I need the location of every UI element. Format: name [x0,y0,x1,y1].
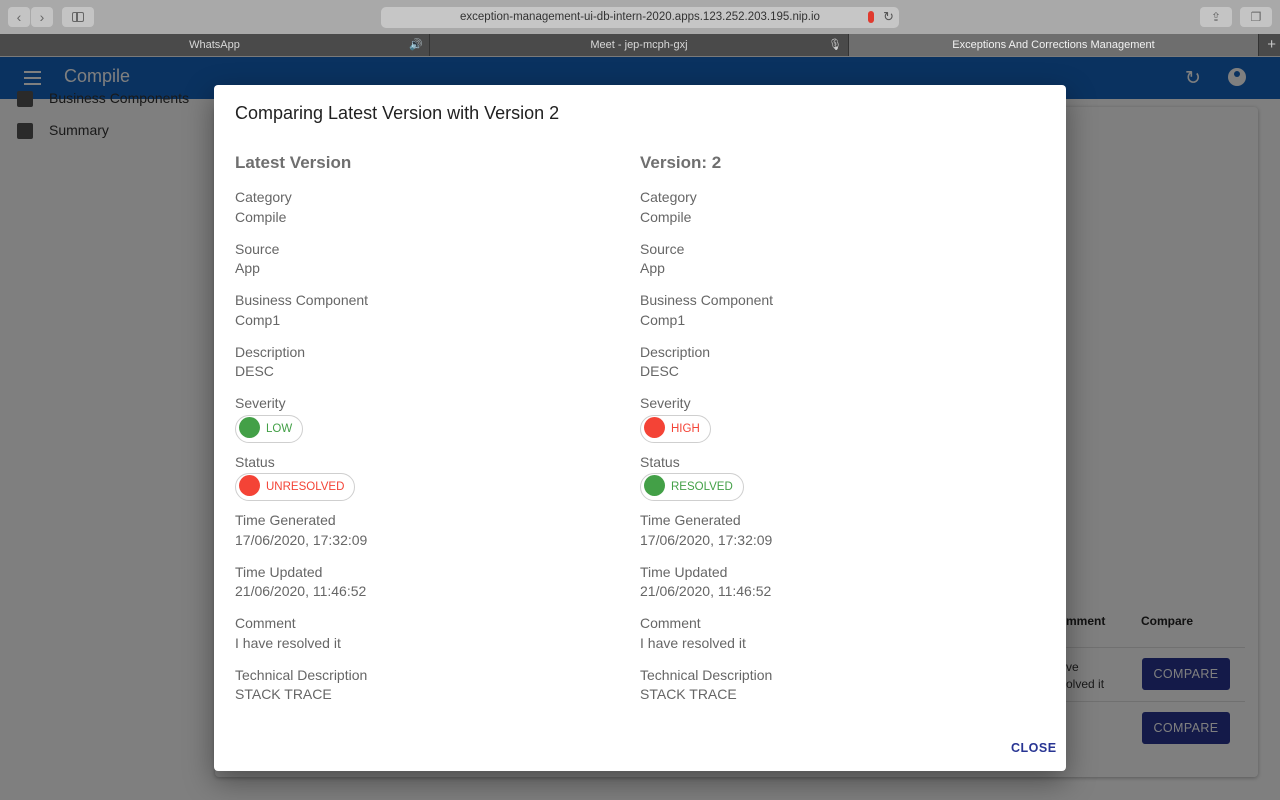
url-text: exception-management-ui-db-intern-2020.a… [460,11,820,23]
severity-chip: LOW [235,414,304,443]
back-button[interactable]: ‹ [8,7,30,27]
comment-field: Comment I have resolved it [640,615,746,651]
latest-version-column: Latest Version Category Compile Source A… [235,153,615,717]
technical-description-field: Technical Description STACK TRACE [235,666,368,703]
status-chip-label: UNRESOLVED [266,481,345,493]
business-component-field: Business Component Comp1 [640,292,774,328]
sidebar-icon [72,12,84,22]
comment-field: Comment I have resolved it [235,615,341,651]
tab-whatsapp[interactable]: WhatsApp 🔊 [0,34,430,56]
severity-dot-icon [239,416,260,438]
status-chip-label: RESOLVED [671,481,733,493]
status-field: Status UNRESOLVED [235,453,615,512]
chevron-right-icon: › [39,9,45,25]
tab-label: Exceptions And Corrections Management [952,39,1155,51]
status-chip: RESOLVED [640,473,744,501]
status-dot-icon [239,475,260,497]
tab-label: WhatsApp [189,39,240,51]
time-generated-field: Time Generated 17/06/2020, 17:32:09 [640,512,773,548]
reload-icon[interactable]: ↻ [883,9,894,25]
tab-label: Meet - jep-mcph-gxj [590,39,688,51]
source-field: Source App [235,240,280,277]
technical-description-field: Technical Description STACK TRACE [640,666,773,703]
description-field: Description DESC [640,343,711,380]
time-generated-field: Time Generated 17/06/2020, 17:32:09 [235,512,368,548]
category-field: Category Compile [640,189,697,225]
severity-chip-label: HIGH [671,422,700,435]
severity-chip-label: LOW [266,422,293,435]
column-heading: Latest Version [235,153,352,172]
share-icon: ⇪ [1210,10,1222,24]
tab-meet[interactable]: Meet - jep-mcph-gxj 🎙 [430,34,849,56]
share-button[interactable]: ⇪ [1200,7,1232,27]
close-button[interactable]: CLOSE [1011,741,1057,755]
tab-overview-button[interactable]: ❐ [1240,7,1272,27]
version-2-column: Version: 2 Category Compile Source App B… [640,153,1020,717]
time-updated-field: Time Updated 21/06/2020, 11:46:52 [640,563,772,600]
tabs-icon: ❐ [1250,10,1262,24]
chevron-left-icon: ‹ [16,9,22,25]
status-dot-icon [644,475,665,497]
compare-versions-dialog: Comparing Latest Version with Version 2 … [214,85,1066,771]
severity-chip: HIGH [640,414,711,443]
column-heading: Version: 2 [640,153,722,172]
business-component-field: Business Component Comp1 [235,292,369,328]
tab-strip: WhatsApp 🔊 Meet - jep-mcph-gxj 🎙 Excepti… [0,34,1280,56]
address-bar[interactable]: exception-management-ui-db-intern-2020.a… [381,7,899,28]
new-tab-icon[interactable]: + [1267,34,1276,56]
severity-field: Severity HIGH [640,394,1020,453]
source-field: Source App [640,240,685,277]
microphone-icon[interactable] [868,11,874,23]
dialog-title: Comparing Latest Version with Version 2 [235,103,560,123]
severity-dot-icon [644,416,665,438]
status-field: Status RESOLVED [640,453,1020,512]
browser-toolbar: ‹ › exception-management-ui-db-intern-20… [0,0,1280,34]
sidebar-toggle-button[interactable] [62,7,94,27]
severity-field: Severity LOW [235,394,615,453]
speaker-icon[interactable]: 🔊 [409,34,423,56]
description-field: Description DESC [235,343,306,380]
time-updated-field: Time Updated 21/06/2020, 11:46:52 [235,563,367,600]
forward-button[interactable]: › [31,7,53,27]
category-field: Category Compile [235,189,292,225]
microphone-icon[interactable]: 🎙 [828,34,842,56]
status-chip: UNRESOLVED [235,473,356,501]
tab-exceptions[interactable]: Exceptions And Corrections Management [849,34,1259,56]
